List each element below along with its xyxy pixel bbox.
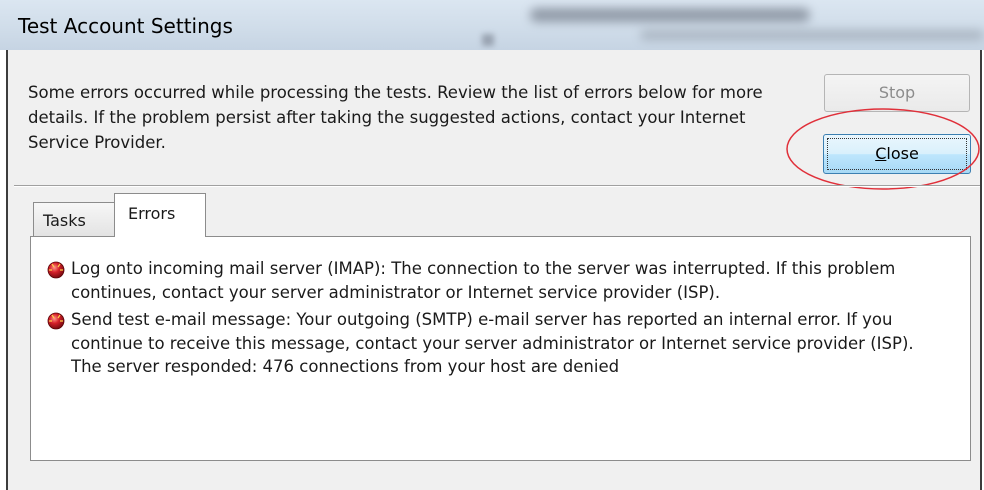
error-icon (47, 261, 65, 279)
title-bar: Test Account Settings (0, 0, 984, 50)
status-message: Some errors occurred while processing th… (28, 83, 763, 152)
error-text: Send test e-mail message: Your outgoing … (71, 310, 914, 376)
list-item: Send test e-mail message: Your outgoing … (45, 308, 945, 379)
blurred-background-text (640, 30, 984, 40)
list-item: Log onto incoming mail server (IMAP): Th… (45, 257, 945, 304)
separator (14, 185, 980, 187)
errors-panel: Log onto incoming mail server (IMAP): Th… (30, 236, 971, 461)
tab-errors[interactable]: Errors (114, 193, 206, 237)
error-list: Log onto incoming mail server (IMAP): Th… (45, 257, 945, 379)
blurred-background-text (530, 8, 810, 22)
error-icon (47, 312, 65, 330)
window-title: Test Account Settings (18, 14, 233, 38)
blurred-background-text (482, 34, 494, 46)
tab-tasks[interactable]: Tasks (33, 202, 117, 236)
dialog-bottom (8, 470, 980, 490)
error-text: Log onto incoming mail server (IMAP): Th… (71, 259, 896, 302)
annotation-ellipse (786, 108, 980, 190)
